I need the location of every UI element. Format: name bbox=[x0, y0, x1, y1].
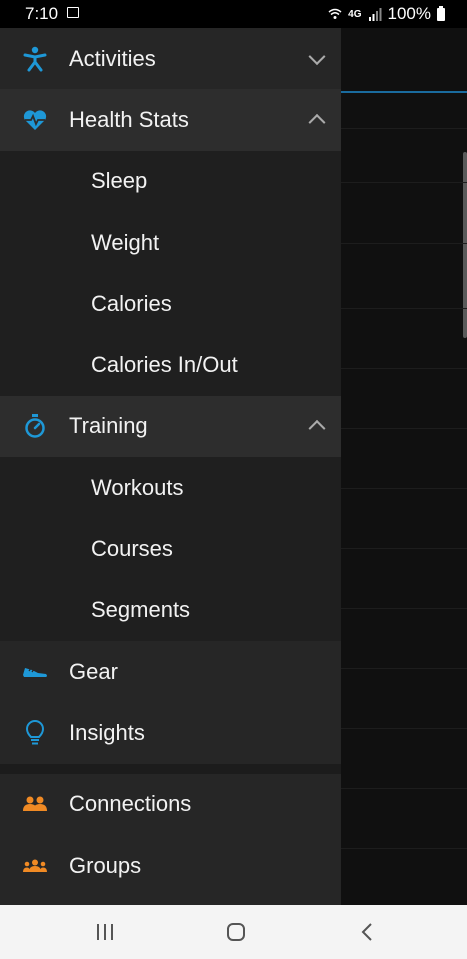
menu-connections-label: Connections bbox=[69, 791, 192, 817]
submenu-calories-inout[interactable]: Calories In/Out bbox=[0, 334, 341, 396]
submenu-calories[interactable]: Calories bbox=[0, 273, 341, 335]
status-right: 4G 100% bbox=[328, 4, 445, 24]
submenu-segments[interactable]: Segments bbox=[0, 579, 341, 641]
stopwatch-icon bbox=[22, 413, 48, 439]
submenu-sleep[interactable]: Sleep bbox=[0, 150, 341, 212]
menu-insights-label: Insights bbox=[69, 719, 145, 745]
submenu-workouts-label: Workouts bbox=[91, 474, 184, 500]
chevron-down-icon bbox=[308, 47, 326, 65]
shoe-icon bbox=[22, 659, 48, 685]
menu-divider bbox=[0, 763, 341, 774]
tab-indicator bbox=[341, 91, 467, 93]
home-icon bbox=[227, 923, 245, 941]
menu-insights[interactable]: Insights bbox=[0, 702, 341, 764]
lightbulb-icon bbox=[22, 719, 48, 746]
submenu-sleep-label: Sleep bbox=[91, 168, 148, 194]
person-icon bbox=[22, 46, 48, 72]
submenu-workouts[interactable]: Workouts bbox=[0, 457, 341, 519]
navigation-drawer: Activities Health Stats Sleep Weight Cal… bbox=[0, 28, 341, 905]
battery-icon bbox=[437, 5, 445, 21]
menu-health-stats-label: Health Stats bbox=[69, 106, 189, 132]
menu-training[interactable]: Training bbox=[0, 395, 341, 458]
network-type: 4G bbox=[348, 8, 362, 20]
submenu-weight[interactable]: Weight bbox=[0, 211, 341, 274]
connections-icon bbox=[22, 791, 48, 817]
background-content bbox=[341, 28, 467, 905]
submenu-calories-inout-label: Calories In/Out bbox=[91, 352, 238, 378]
image-notification-icon bbox=[67, 7, 79, 18]
menu-connections[interactable]: Connections bbox=[0, 773, 341, 835]
menu-activities[interactable]: Activities bbox=[0, 28, 341, 90]
recent-apps-button[interactable] bbox=[92, 919, 118, 945]
chevron-up-icon bbox=[308, 113, 326, 131]
heart-pulse-icon bbox=[22, 107, 48, 133]
chevron-up-icon bbox=[308, 420, 326, 438]
home-button[interactable] bbox=[223, 919, 249, 945]
submenu-courses[interactable]: Courses bbox=[0, 518, 341, 580]
submenu-courses-label: Courses bbox=[91, 536, 173, 562]
menu-health-stats[interactable]: Health Stats bbox=[0, 89, 341, 151]
back-button[interactable] bbox=[354, 919, 380, 945]
system-navigation-bar bbox=[0, 905, 467, 959]
status-bar: 7:10 4G 100% bbox=[0, 0, 467, 28]
back-icon bbox=[361, 923, 372, 941]
submenu-segments-label: Segments bbox=[91, 597, 191, 623]
status-time: 7:10 bbox=[25, 4, 59, 23]
groups-icon bbox=[22, 853, 48, 879]
menu-activities-label: Activities bbox=[69, 45, 156, 71]
scrollbar[interactable] bbox=[463, 152, 467, 338]
submenu-calories-label: Calories bbox=[91, 290, 172, 316]
menu-groups-label: Groups bbox=[69, 852, 142, 878]
menu-gear-label: Gear bbox=[69, 658, 118, 684]
menu-gear[interactable]: Gear bbox=[0, 640, 341, 703]
signal-icon bbox=[368, 7, 382, 21]
menu-groups[interactable]: Groups bbox=[0, 834, 341, 897]
menu-training-label: Training bbox=[69, 413, 148, 439]
battery-percent: 100% bbox=[387, 4, 431, 23]
submenu-weight-label: Weight bbox=[91, 229, 160, 255]
recent-apps-icon bbox=[97, 924, 113, 940]
wifi-icon bbox=[328, 8, 342, 19]
